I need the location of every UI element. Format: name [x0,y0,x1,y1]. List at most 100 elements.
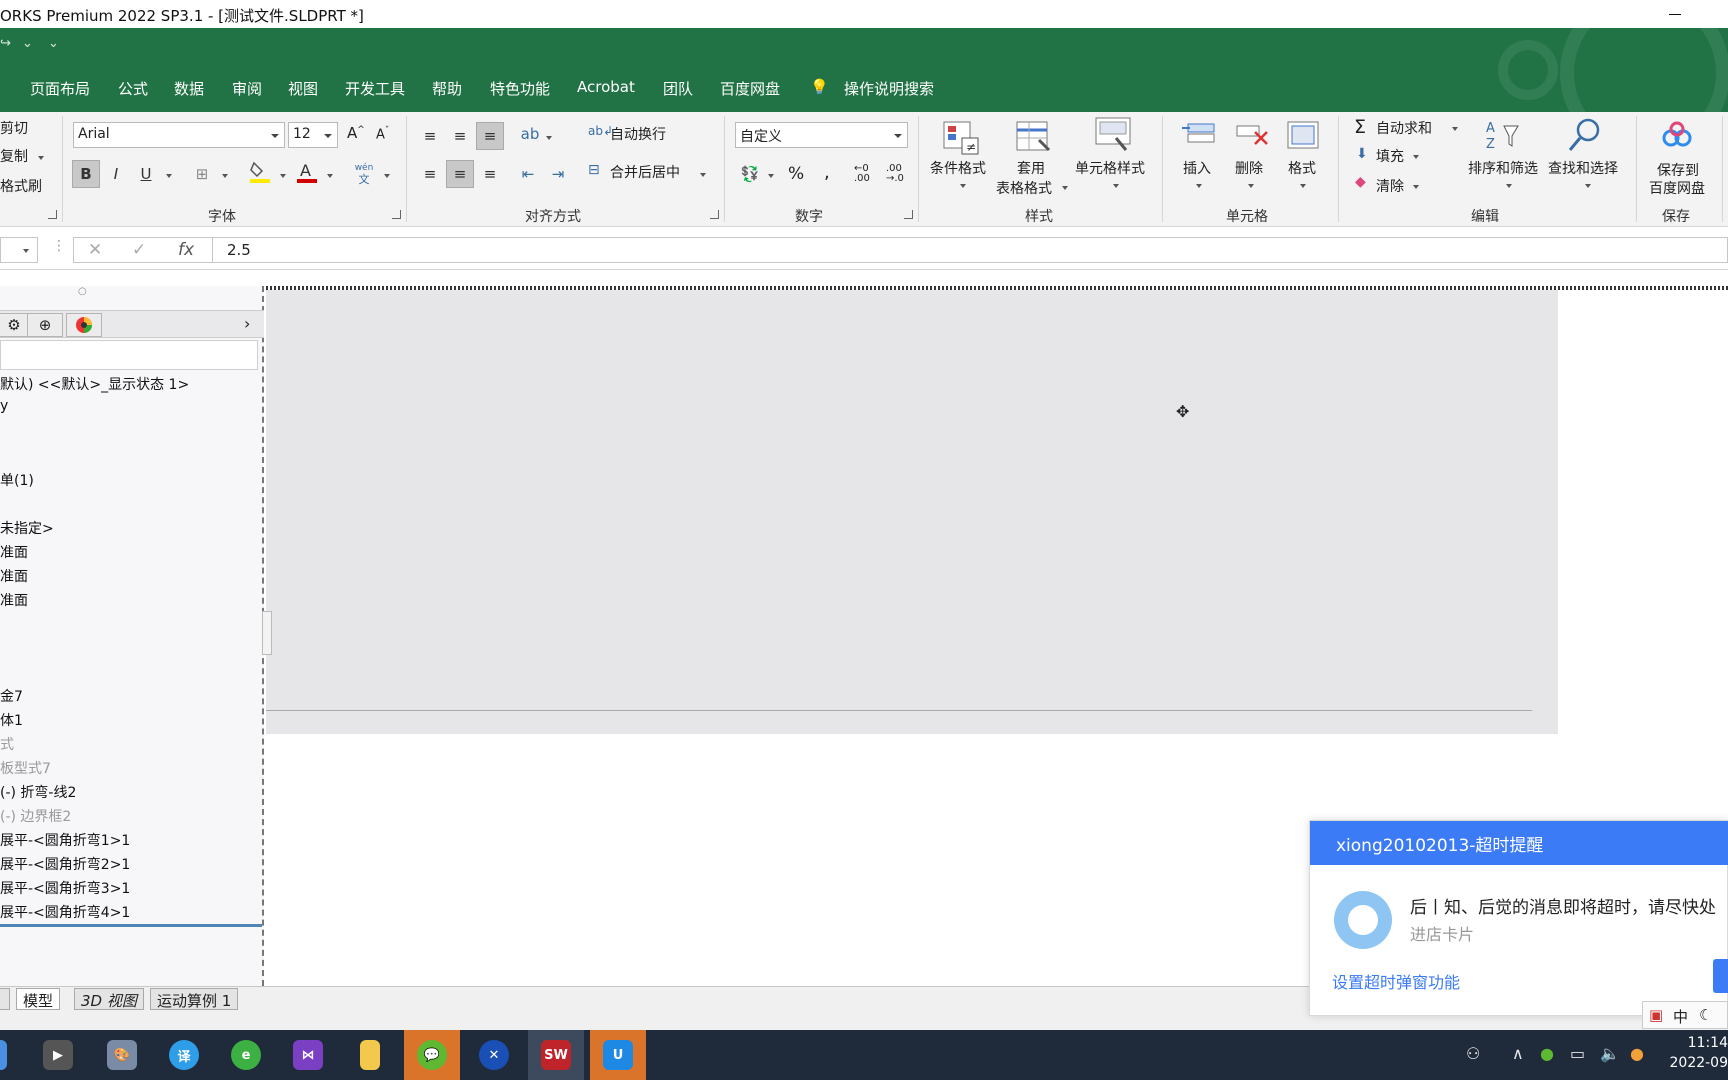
tab-help[interactable]: 帮助 [432,78,462,99]
taskbar-app-explorer[interactable] [342,1030,398,1080]
tree-item[interactable]: (-) 折弯-线2 [0,782,76,802]
format-cells-icon[interactable] [1284,116,1322,152]
taskbar-app-solidworks[interactable]: SW [528,1030,584,1080]
chevron-down-icon[interactable] [1452,127,1458,131]
app-tray-icon[interactable]: ● [1630,1044,1644,1063]
chevron-down-icon[interactable]: ⌄ [22,36,33,51]
tab-review[interactable]: 审阅 [232,78,262,99]
fill-down-icon[interactable]: ⬇ [1356,146,1368,162]
volume-icon[interactable]: 🔈 [1600,1044,1620,1063]
minimize-button[interactable] [1660,0,1690,28]
chevron-down-icon[interactable] [23,249,29,253]
merge-center-button[interactable]: 合并后居中 [610,162,680,182]
taskbar-app-browser[interactable]: e [218,1030,274,1080]
ime-mode[interactable]: 中 [1673,1006,1688,1027]
taskbar-app-visual-studio[interactable]: ⋈ [280,1030,336,1080]
tree-item[interactable]: 展平-<圆角折弯1>1 [0,830,130,850]
tree-item[interactable]: y [0,398,8,414]
chevron-down-icon[interactable] [700,173,706,177]
tab-model[interactable]: 模型 [16,988,61,1010]
chevron-down-icon[interactable] [1196,184,1202,188]
tell-me-search[interactable]: 操作说明搜索 [844,78,934,99]
tab-formulas[interactable]: 公式 [118,78,148,99]
insert-button[interactable]: 插入 [1183,158,1211,178]
font-size-combo[interactable]: 12 [288,122,338,148]
chevron-down-icon[interactable] [960,184,966,188]
comma-style-button[interactable]: , [824,162,830,183]
tab-view[interactable]: 视图 [288,78,318,99]
ime-logo-icon[interactable]: ▣ [1649,1006,1663,1024]
chevron-down-icon[interactable] [1248,184,1254,188]
start-button[interactable] [0,1030,28,1080]
system-clock[interactable]: 11:14 2022-09 [1660,1035,1728,1071]
tab-page-layout[interactable]: 页面布局 [30,78,90,99]
find-select-icon[interactable] [1566,116,1604,152]
increase-indent-icon[interactable]: ⇥ [544,160,572,188]
rollback-bar[interactable] [0,924,262,927]
taskbar-app-video[interactable]: ▶ [30,1030,86,1080]
orientation-icon[interactable]: ab [516,120,544,148]
format-as-table-button[interactable]: 表格格式 [996,178,1052,198]
eraser-icon[interactable]: ◆ [1355,174,1366,190]
name-box[interactable] [0,237,38,263]
panel-collapse-handle[interactable] [262,611,272,655]
tab-motion-study[interactable]: 运动算例 1 [150,988,239,1010]
tree-item[interactable]: 板型式7 [0,758,51,778]
enter-icon[interactable]: ✓ [132,240,146,260]
accounting-format-icon[interactable]: 💱 [736,160,764,188]
increase-decimal-icon[interactable]: ←0.00 [854,164,870,184]
chevron-down-icon[interactable] [1300,184,1306,188]
tree-item[interactable]: 未指定> [0,518,54,538]
chevron-right-icon[interactable]: › [244,314,250,333]
tab-team[interactable]: 团队 [663,78,693,99]
decrease-decimal-icon[interactable]: .00 →.0 [886,164,904,184]
chevron-down-icon[interactable] [327,174,333,178]
chevron-down-icon[interactable] [38,156,44,160]
tab-data[interactable]: 数据 [174,78,204,99]
conditional-formatting-button[interactable]: 条件格式 [930,158,986,178]
align-top-icon[interactable]: ≡ [416,122,444,150]
fill-color-icon[interactable] [246,158,274,186]
taskbar-app-paint[interactable]: 🎨 [94,1030,150,1080]
alignment-dialog-launcher[interactable] [710,210,719,219]
taskbar-app-translate[interactable]: 译 [156,1030,212,1080]
dimxpert-icon[interactable]: ⊕ [27,313,63,337]
moon-icon[interactable]: ☾ [1699,1006,1712,1024]
align-right-icon[interactable]: ≡ [476,160,504,188]
chevron-up-icon[interactable]: ∧ [1512,1044,1524,1063]
customize-qat-icon[interactable]: ⌄ [48,36,59,51]
borders-icon[interactable]: ⊞ [188,160,216,188]
network-icon[interactable]: ▭ [1570,1044,1585,1063]
format-as-table-label-1[interactable]: 套用 [1017,158,1045,178]
chevron-down-icon[interactable] [222,174,228,178]
tab-developer[interactable]: 开发工具 [345,78,405,99]
fill-button[interactable]: 填充 [1376,146,1404,166]
find-select-button[interactable]: 查找和选择 [1548,158,1618,178]
tab-nav-icon[interactable] [0,988,10,1010]
conditional-formatting-icon[interactable]: ≠ [942,120,980,156]
formula-bar-grip[interactable]: ⋮ [52,238,66,254]
percent-style-button[interactable]: % [788,164,804,184]
copy-button[interactable]: 复制 [0,146,28,166]
format-as-table-icon[interactable] [1015,120,1053,156]
decrease-font-icon[interactable]: Aˇ [376,126,389,142]
format-button[interactable]: 格式 [1288,158,1316,178]
bold-button[interactable]: B [72,160,100,188]
align-middle-icon[interactable]: ≡ [446,122,474,150]
delete-button[interactable]: 删除 [1235,158,1263,178]
decrease-indent-icon[interactable]: ⇤ [514,160,542,188]
insert-cells-icon[interactable] [1180,120,1218,156]
chevron-down-icon[interactable] [1506,184,1512,188]
font-dialog-launcher[interactable] [392,210,401,219]
autosum-button[interactable]: 自动求和 [1376,118,1432,138]
tree-item[interactable]: 式 [0,734,14,754]
tab-special[interactable]: 特色功能 [490,78,550,99]
delete-cells-icon[interactable] [1233,118,1271,154]
taskbar-app-wechat[interactable]: 💬 [404,1030,460,1080]
tree-item[interactable]: 金7 [0,686,23,706]
tab-3d-view[interactable]: 3D 视图 [74,988,144,1010]
chevron-down-icon[interactable] [1062,186,1068,190]
cut-button[interactable]: 剪切 [0,118,28,138]
chevron-down-icon[interactable] [1413,155,1419,159]
wechat-tray-icon[interactable]: ● [1540,1044,1554,1063]
